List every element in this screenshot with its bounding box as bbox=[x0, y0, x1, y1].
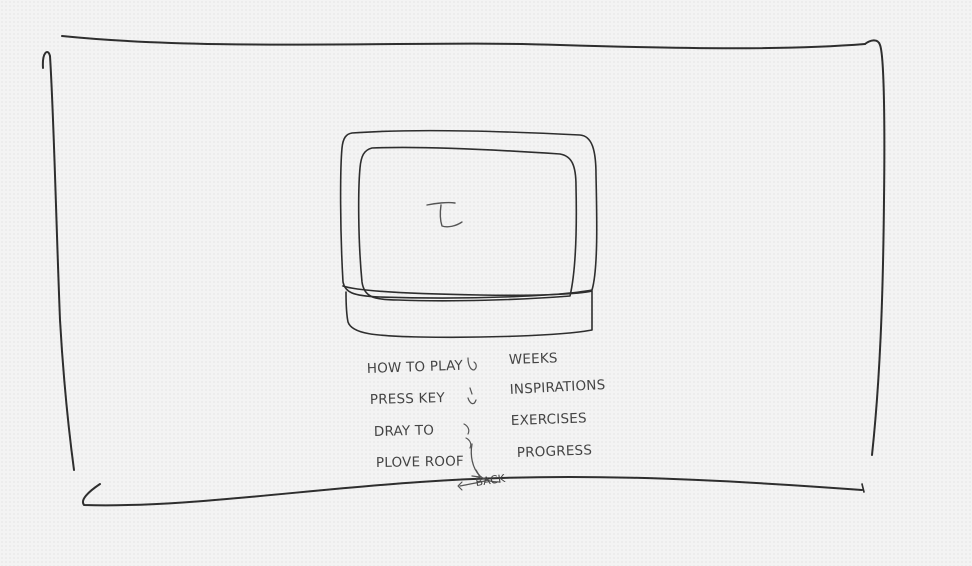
right-menu: WEEKS INSPIRATIONS EXERCISES PROGRESS bbox=[509, 350, 606, 461]
right-menu-item[interactable]: WEEKS bbox=[509, 350, 558, 368]
outer-frame bbox=[41, 35, 886, 507]
scribble-marks bbox=[463, 357, 477, 449]
left-menu-item[interactable]: DRAY TO bbox=[374, 422, 435, 440]
right-menu-item[interactable]: PROGRESS bbox=[517, 442, 593, 461]
right-menu-item[interactable]: INSPIRATIONS bbox=[509, 377, 605, 398]
left-menu-item[interactable]: PRESS KEY bbox=[370, 390, 446, 408]
left-menu-item[interactable]: PLOVE ROOF bbox=[376, 453, 464, 471]
right-menu-item[interactable]: EXERCISES bbox=[511, 410, 587, 429]
screen-inner-box bbox=[357, 146, 578, 302]
left-menu: HOW TO PLAY PRESS KEY DRAY TO PLOVE ROOF bbox=[367, 358, 465, 471]
back-button[interactable]: BACK bbox=[457, 472, 507, 491]
left-menu-item[interactable]: HOW TO PLAY bbox=[367, 358, 464, 377]
screen-glyph-icon bbox=[426, 201, 463, 228]
back-label: BACK bbox=[475, 472, 507, 489]
screen-outer-box bbox=[339, 129, 598, 339]
sketch-canvas: HOW TO PLAY PRESS KEY DRAY TO PLOVE ROOF… bbox=[41, 35, 886, 507]
